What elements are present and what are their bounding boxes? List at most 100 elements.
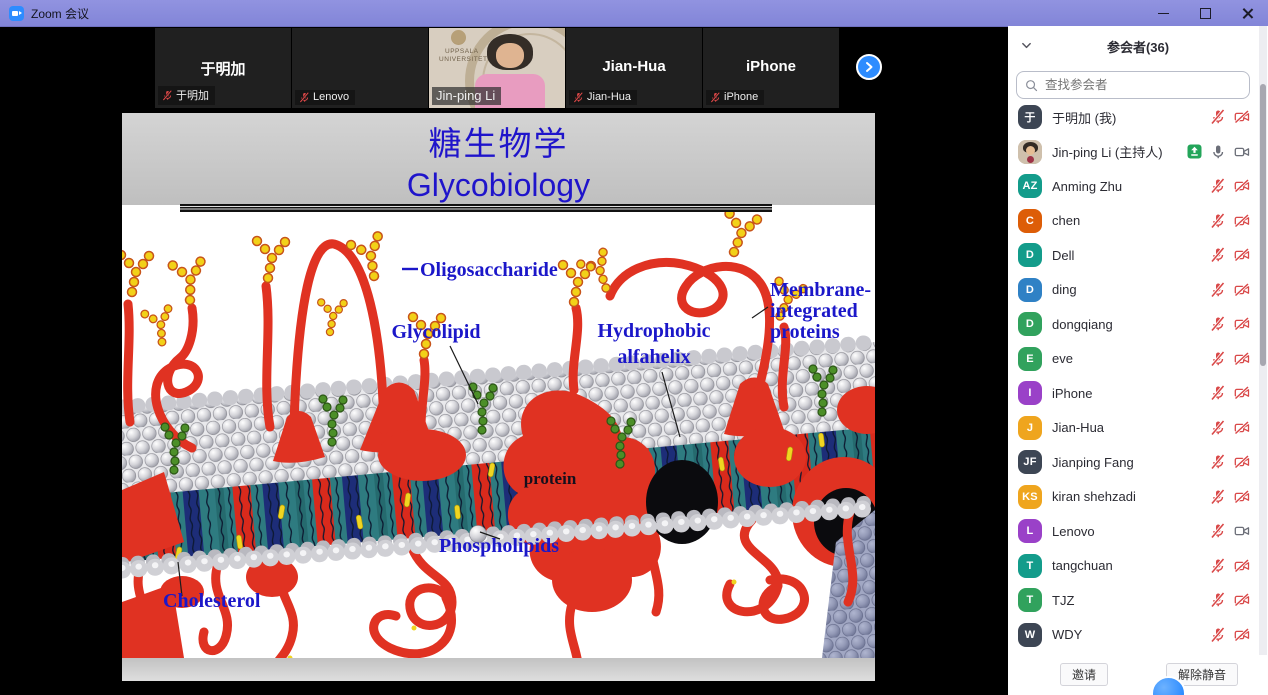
avatar <box>1018 140 1042 164</box>
participant-name: iPhone <box>1052 386 1092 401</box>
participants-title: 参会者(36) <box>1008 37 1268 56</box>
participant-row[interactable]: AZ Anming Zhu <box>1008 169 1256 204</box>
avatar: I <box>1018 381 1042 405</box>
video-status-icon <box>1234 454 1250 470</box>
participant-name: Jin-ping Li (主持人) <box>1052 142 1163 161</box>
participant-name: tangchuan <box>1052 558 1113 573</box>
participant-row[interactable]: J Jian-Hua <box>1008 411 1256 446</box>
avatar: 于 <box>1018 105 1042 129</box>
participant-name: 于明加 (我) <box>1052 108 1116 127</box>
tile-name-label: 于明加 <box>158 86 215 105</box>
video-status-icon <box>1234 523 1250 539</box>
participant-name: Lenovo <box>1052 524 1095 539</box>
participant-row[interactable]: 于 于明加 (我) <box>1008 100 1256 135</box>
video-tile[interactable]: Lenovo <box>292 28 428 108</box>
avatar: AZ <box>1018 174 1042 198</box>
tile-center-name: 于明加 <box>155 58 291 79</box>
avatar-initials: D <box>1026 249 1034 261</box>
next-participants-button[interactable] <box>856 54 882 80</box>
close-button[interactable] <box>1226 0 1268 26</box>
mic-status-icon <box>1210 213 1226 229</box>
mic-muted-icon <box>162 90 173 101</box>
participant-row[interactable]: L Lenovo <box>1008 514 1256 549</box>
search-input[interactable] <box>1043 77 1249 93</box>
participants-panel: 参会者(36) 于 于明加 (我) <box>1008 26 1268 695</box>
membrane-diagram: Oligosaccharide Glycolipid Hydrophobic a… <box>122 212 875 658</box>
slide-divider <box>180 204 772 212</box>
tail-specks <box>288 580 737 659</box>
minimize-button[interactable] <box>1142 0 1184 26</box>
label-phospholipids: Phospholipids <box>439 535 559 557</box>
avatar: J <box>1018 416 1042 440</box>
participant-row[interactable]: D ding <box>1008 273 1256 308</box>
participant-row[interactable]: Jin-ping Li (主持人) <box>1008 135 1256 170</box>
video-status-icon <box>1234 109 1250 125</box>
slide-footer-band <box>122 658 875 681</box>
participant-name: eve <box>1052 351 1073 366</box>
participant-row[interactable]: C chen <box>1008 204 1256 239</box>
video-status-icon <box>1234 385 1250 401</box>
participant-name: TJZ <box>1052 593 1074 608</box>
participant-row[interactable]: JF Jianping Fang <box>1008 445 1256 480</box>
window-title: Zoom 会议 <box>31 5 89 22</box>
participant-name: WDY <box>1052 627 1082 642</box>
close-icon <box>1242 8 1253 19</box>
presentation-slide: 糖生物学 Glycobiology <box>122 113 875 681</box>
label-protein: protein <box>524 469 577 488</box>
invite-button[interactable]: 邀请 <box>1060 663 1108 686</box>
label-oligosaccharide: Oligosaccharide <box>420 259 558 281</box>
video-tile[interactable]: UPPSALA UNIVERSITET Jin-ping Li <box>429 28 565 108</box>
participant-row[interactable]: D dongqiang <box>1008 307 1256 342</box>
tile-center-name: Jian-Hua <box>566 58 702 75</box>
avatar: T <box>1018 588 1042 612</box>
mic-status-icon <box>1210 351 1226 367</box>
zoom-app-icon <box>9 6 24 21</box>
search-icon <box>1025 79 1038 92</box>
university-emblem <box>451 30 466 45</box>
minimize-icon <box>1158 13 1169 14</box>
avatar-initials: L <box>1027 525 1034 537</box>
participant-name: Jianping Fang <box>1052 455 1134 470</box>
participant-row[interactable]: E eve <box>1008 342 1256 377</box>
participant-row[interactable]: D Dell <box>1008 238 1256 273</box>
maximize-button[interactable] <box>1184 0 1226 26</box>
avatar: D <box>1018 278 1042 302</box>
avatar-initials: C <box>1026 215 1034 227</box>
avatar: T <box>1018 554 1042 578</box>
label-hydrophobic-2: alfahelix <box>617 346 690 368</box>
avatar-initials: J <box>1027 422 1033 434</box>
participant-name: Anming Zhu <box>1052 179 1122 194</box>
avatar: KS <box>1018 485 1042 509</box>
avatar-initials: AZ <box>1022 180 1037 192</box>
participant-row[interactable]: W WDY <box>1008 618 1256 653</box>
label-glycolipid: Glycolipid <box>392 321 481 343</box>
mic-status-icon <box>1210 144 1226 160</box>
mic-muted-icon <box>573 92 584 103</box>
participant-row[interactable]: T TJZ <box>1008 583 1256 618</box>
participant-row[interactable]: T tangchuan <box>1008 549 1256 584</box>
participant-name: chen <box>1052 213 1080 228</box>
mic-status-icon <box>1210 523 1226 539</box>
video-tile[interactable]: Jian-Hua Jian-Hua <box>566 28 702 108</box>
video-status-icon <box>1234 351 1250 367</box>
mic-status-icon <box>1210 420 1226 436</box>
video-status-icon <box>1234 247 1250 263</box>
video-status-icon <box>1234 213 1250 229</box>
avatar-initials: JF <box>1023 456 1036 468</box>
participant-name: Dell <box>1052 248 1074 263</box>
chevron-right-icon <box>863 61 875 73</box>
participant-search[interactable] <box>1016 71 1250 99</box>
participants-header: 参会者(36) <box>1008 26 1268 64</box>
tile-label-text: Lenovo <box>313 91 349 103</box>
video-tile[interactable]: 于明加 于明加 <box>155 28 291 108</box>
label-cholesterol: Cholesterol <box>163 590 261 612</box>
avatar: E <box>1018 347 1042 371</box>
tile-name-label: Jin-ping Li <box>432 87 501 105</box>
video-tile[interactable]: iPhone iPhone <box>703 28 839 108</box>
video-status-icon <box>1234 627 1250 643</box>
participants-list: 于 于明加 (我) Jin-ping Li (主持人) <box>1008 100 1256 652</box>
participant-row[interactable]: KS kiran shehzadi <box>1008 480 1256 515</box>
panel-scrollbar-thumb[interactable] <box>1260 84 1266 366</box>
avatar: D <box>1018 243 1042 267</box>
participant-row[interactable]: I iPhone <box>1008 376 1256 411</box>
